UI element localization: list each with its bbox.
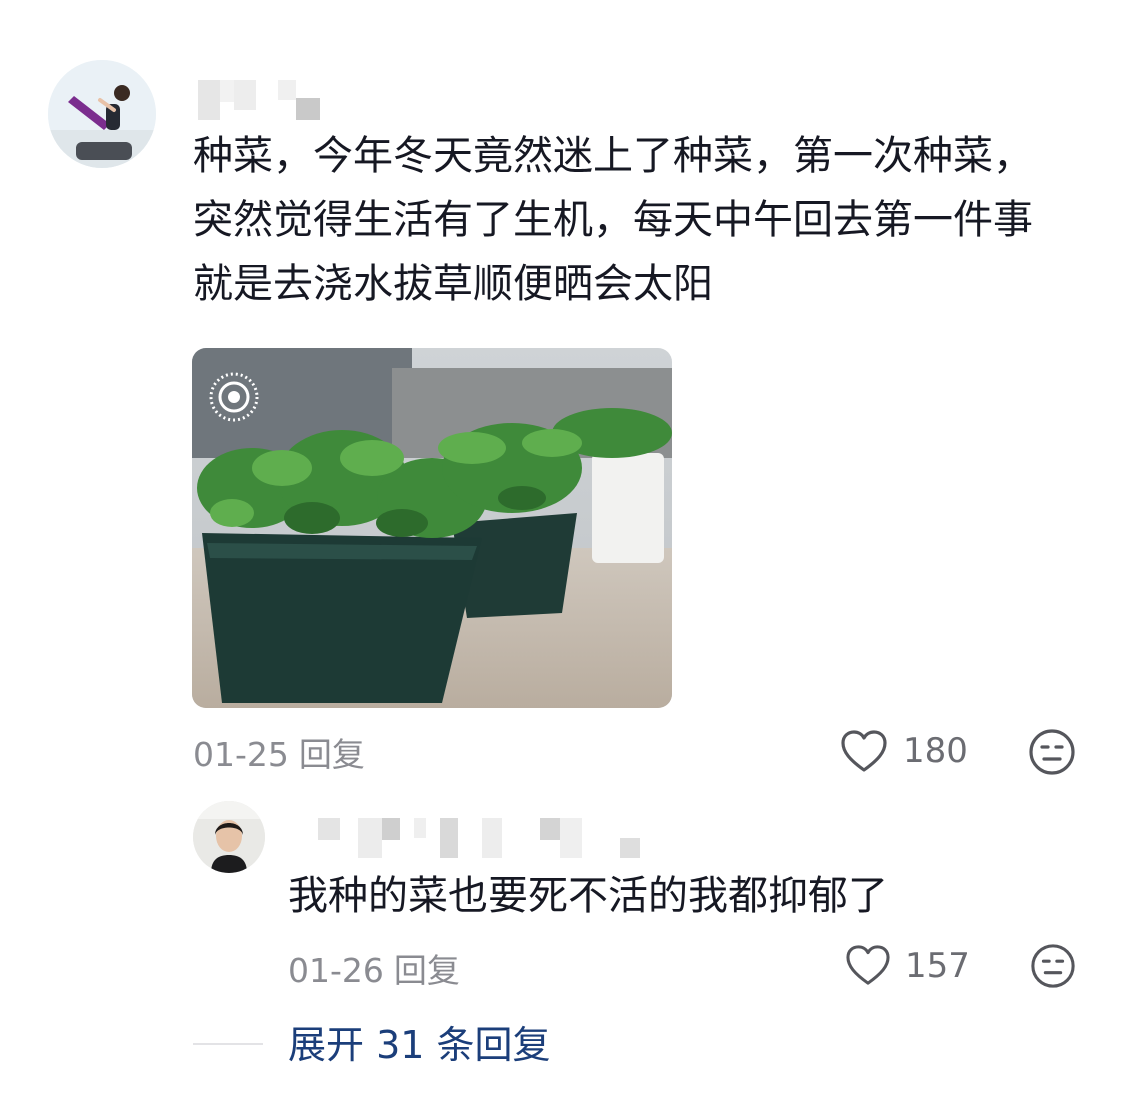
avatar[interactable]: [48, 60, 156, 168]
reply-username-mosaic[interactable]: [318, 818, 642, 862]
comment-text: 种菜，今年冬天竟然迷上了种菜，第一次种菜，突然觉得生活有了生机，每天中午回去第一…: [193, 133, 1033, 307]
reply-like-button[interactable]: [845, 945, 891, 987]
expand-divider: [193, 1043, 263, 1045]
reply-reply-button[interactable]: 回复: [394, 951, 460, 990]
reply-date: 01-26: [288, 951, 384, 990]
username-mosaic[interactable]: [198, 80, 322, 122]
reply-like-count: 157: [905, 946, 970, 986]
comment-date: 01-25: [193, 735, 289, 774]
reply-button[interactable]: 回复: [299, 735, 365, 774]
photo-image: [192, 348, 672, 708]
dislike-button[interactable]: [1028, 728, 1076, 776]
reply-avatar-image: [193, 801, 265, 873]
heart-outline-icon: [846, 945, 890, 985]
neutral-face-icon: [1029, 729, 1075, 775]
expand-replies-button[interactable]: 展开 31 条回复: [288, 1020, 551, 1070]
reply-avatar[interactable]: [193, 801, 265, 873]
avatar-image: [48, 60, 156, 168]
neutral-face-icon: [1031, 944, 1075, 988]
reply-text: 我种的菜也要死不活的我都抑郁了: [288, 873, 888, 919]
comment-meta: 01-25 回复: [193, 728, 365, 776]
like-count: 180: [903, 731, 968, 771]
reply-dislike-button[interactable]: [1030, 943, 1076, 989]
reply-meta: 01-26 回复: [288, 944, 460, 992]
heart-outline-icon: [841, 730, 887, 772]
live-photo-icon: [208, 371, 260, 423]
like-button[interactable]: [840, 730, 888, 774]
comment-photo[interactable]: [192, 348, 672, 708]
